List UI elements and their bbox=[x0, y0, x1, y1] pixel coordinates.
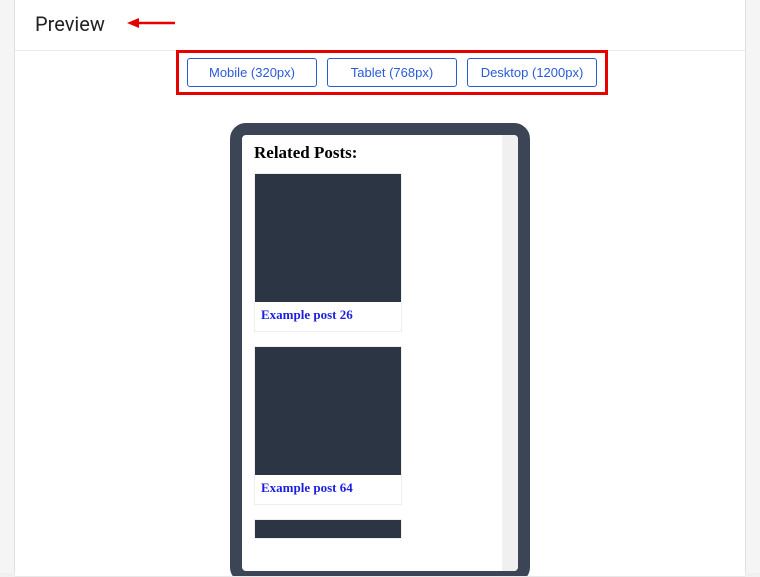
preview-header: Preview bbox=[15, 0, 745, 51]
desktop-button[interactable]: Desktop (1200px) bbox=[467, 58, 597, 87]
preview-area: Related Posts: Example post 26 Example p… bbox=[15, 51, 745, 577]
tablet-button[interactable]: Tablet (768px) bbox=[327, 58, 457, 87]
post-card[interactable] bbox=[254, 519, 402, 539]
device-content: Related Posts: Example post 26 Example p… bbox=[242, 135, 518, 571]
post-card[interactable]: Example post 64 bbox=[254, 346, 402, 505]
post-thumbnail bbox=[255, 520, 401, 538]
post-thumbnail bbox=[255, 174, 401, 302]
device-frame: Related Posts: Example post 26 Example p… bbox=[230, 123, 530, 577]
arrow-annotation-icon bbox=[127, 16, 175, 30]
viewport-buttons-highlight: Mobile (320px) Tablet (768px) Desktop (1… bbox=[176, 50, 608, 95]
post-thumbnail bbox=[255, 347, 401, 475]
mobile-button[interactable]: Mobile (320px) bbox=[187, 58, 317, 87]
post-title[interactable]: Example post 26 bbox=[255, 302, 401, 331]
scrollbar-track[interactable] bbox=[502, 135, 518, 571]
post-card[interactable]: Example post 26 bbox=[254, 173, 402, 332]
related-heading: Related Posts: bbox=[254, 143, 506, 163]
post-title[interactable]: Example post 64 bbox=[255, 475, 401, 504]
preview-panel: Preview Mobile (320px) Tablet (768px) De… bbox=[14, 0, 746, 573]
